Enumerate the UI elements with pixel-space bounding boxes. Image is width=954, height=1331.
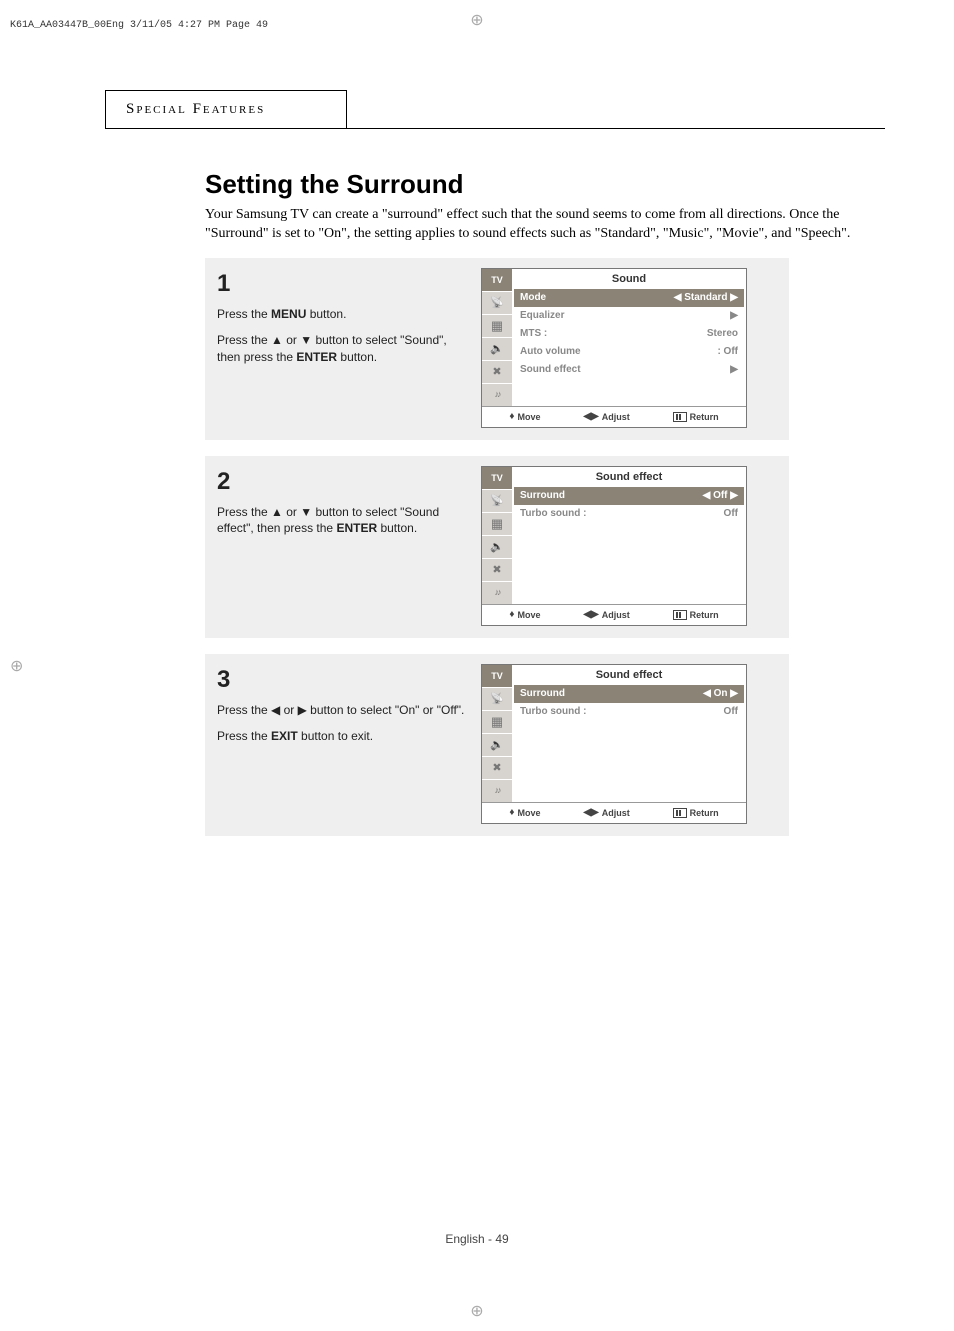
sound-icon bbox=[482, 734, 512, 757]
step-2: 2 Press the ▲ or ▼ button to select "Sou… bbox=[205, 456, 789, 638]
sound-icon bbox=[482, 338, 512, 361]
osd-screenshot-soundeffect-on: TV Sound effect Surround◀ On ▶ Turbo sou… bbox=[481, 664, 747, 824]
running-head: K61A_AA03447B_00Eng 3/11/05 4:27 PM Page… bbox=[10, 20, 268, 31]
leftright-icon: ◀▶ bbox=[583, 411, 598, 422]
osd-row-equalizer: Equalizer▶ bbox=[520, 307, 738, 325]
osd-row-mts: MTS :Stereo bbox=[520, 325, 738, 343]
step-number: 2 bbox=[217, 466, 467, 498]
osd-sidebar: TV bbox=[482, 467, 512, 604]
step-text: Press the ◀ or ▶ button to select "On" o… bbox=[217, 702, 467, 718]
osd-row-turbosound: Turbo sound :Off bbox=[520, 505, 738, 523]
osd-title: Sound effect bbox=[520, 669, 738, 681]
sound-icon bbox=[482, 536, 512, 559]
osd-title: Sound effect bbox=[520, 471, 738, 483]
osd-tab-tv: TV bbox=[482, 467, 512, 490]
setup-icon bbox=[482, 361, 512, 384]
picture-icon bbox=[482, 711, 512, 734]
equalizer-icon bbox=[482, 384, 512, 406]
osd-tab-tv: TV bbox=[482, 269, 512, 292]
antenna-icon bbox=[482, 292, 512, 315]
osd-footer: ♦Move ◀▶Adjust Return bbox=[482, 802, 746, 823]
section-header: Special Features bbox=[105, 90, 347, 129]
picture-icon bbox=[482, 315, 512, 338]
crop-mark-top: ⊕ bbox=[470, 10, 483, 30]
updown-icon: ♦ bbox=[509, 411, 514, 422]
osd-sidebar: TV bbox=[482, 269, 512, 406]
leftright-icon: ◀▶ bbox=[583, 609, 598, 620]
osd-row-mode: Mode◀ Standard ▶ bbox=[514, 289, 744, 307]
osd-screenshot-soundeffect-off: TV Sound effect Surround◀ Off ▶ Turbo so… bbox=[481, 466, 747, 626]
osd-row-surround: Surround◀ Off ▶ bbox=[514, 487, 744, 505]
return-icon bbox=[673, 412, 687, 422]
osd-row-turbosound: Turbo sound :Off bbox=[520, 703, 738, 721]
step-1: 1 Press the MENU button. Press the ▲ or … bbox=[205, 258, 789, 440]
osd-footer: ♦Move ◀▶Adjust Return bbox=[482, 406, 746, 427]
antenna-icon bbox=[482, 490, 512, 513]
step-text: Press the MENU button. bbox=[217, 306, 467, 322]
osd-screenshot-sound: TV Sound Mode◀ Standard ▶ Equalizer▶ MTS… bbox=[481, 268, 747, 428]
osd-sidebar: TV bbox=[482, 665, 512, 802]
setup-icon bbox=[482, 757, 512, 780]
osd-tab-tv: TV bbox=[482, 665, 512, 688]
leftright-icon: ◀▶ bbox=[583, 807, 598, 818]
page-title: Setting the Surround bbox=[205, 169, 885, 200]
setup-icon bbox=[482, 559, 512, 582]
osd-footer: ♦Move ◀▶Adjust Return bbox=[482, 604, 746, 625]
osd-row-autovolume: Auto volume: Off bbox=[520, 343, 738, 361]
antenna-icon bbox=[482, 688, 512, 711]
step-text: Press the ▲ or ▼ button to select "Sound… bbox=[217, 332, 467, 364]
crop-mark-bottom: ⊕ bbox=[470, 1301, 483, 1321]
crop-mark-left: ⊕ bbox=[10, 656, 23, 676]
equalizer-icon bbox=[482, 582, 512, 604]
step-number: 1 bbox=[217, 268, 467, 300]
equalizer-icon bbox=[482, 780, 512, 802]
osd-title: Sound bbox=[520, 273, 738, 285]
return-icon bbox=[673, 808, 687, 818]
step-text: Press the ▲ or ▼ button to select "Sound… bbox=[217, 504, 467, 536]
page-footer: English - 49 bbox=[0, 1232, 954, 1246]
step-text: Press the EXIT button to exit. bbox=[217, 728, 467, 744]
step-number: 3 bbox=[217, 664, 467, 696]
osd-row-soundeffect: Sound effect▶ bbox=[520, 361, 738, 379]
intro-paragraph: Your Samsung TV can create a "surround" … bbox=[205, 206, 885, 244]
step-3: 3 Press the ◀ or ▶ button to select "On"… bbox=[205, 654, 789, 836]
return-icon bbox=[673, 610, 687, 620]
updown-icon: ♦ bbox=[509, 807, 514, 818]
picture-icon bbox=[482, 513, 512, 536]
updown-icon: ♦ bbox=[509, 609, 514, 620]
osd-row-surround: Surround◀ On ▶ bbox=[514, 685, 744, 703]
